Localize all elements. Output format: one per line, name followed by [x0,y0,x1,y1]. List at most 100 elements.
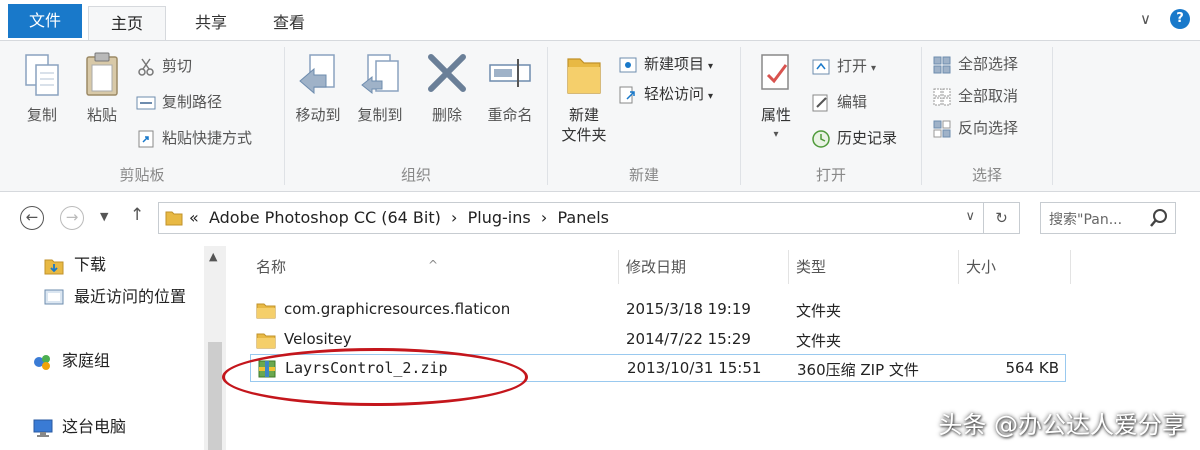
open-label: 打开 [837,57,868,75]
column-header-size[interactable]: 大小 [966,252,996,282]
select-none-label: 全部取消 [958,87,1019,105]
column-divider[interactable] [618,250,619,284]
refresh-icon: ↻ [995,209,1008,227]
breadcrumb-separator[interactable]: › [541,208,547,227]
invert-selection-button[interactable]: 反向选择 [932,115,1018,141]
invert-selection-icon [933,120,951,137]
breadcrumb-segment[interactable]: Adobe Photoshop CC (64 Bit) [209,208,441,227]
organize-group: 移动到 复制到 删除 重命名 组织 [285,41,547,191]
open-button[interactable]: 打开 ▾ [811,53,876,79]
rename-label: 重命名 [487,106,533,124]
properties-button[interactable]: 属性 ▾ [747,51,805,145]
easy-access-icon [619,86,635,103]
search-icon [1150,209,1167,227]
up-button[interactable]: ↑ [130,205,144,225]
watermark: 头条 @办公达人爱分享 [938,411,1186,439]
file-explorer-window: 文件 主页 共享 查看 ∨ ? 复制 粘贴 剪切 复制路径 粘贴快捷方式 剪贴板… [0,0,1200,450]
forward-button[interactable]: → [60,206,84,230]
column-divider[interactable] [1070,250,1071,284]
copy-label: 复制 [26,106,57,124]
new-group: 新建 文件夹 新建项目 ▾ 轻松访问 ▾ 新建 [548,41,740,191]
paste-button[interactable]: 粘贴 [74,51,130,125]
copy-path-button[interactable]: 复制路径 [136,89,222,115]
help-button[interactable]: ? [1170,9,1190,29]
copy-to-icon [361,54,399,95]
column-header-label: 名称 [256,258,287,276]
file-type: 360压缩 ZIP 文件 [797,361,919,379]
properties-label: 属性 [760,106,791,124]
cut-button[interactable]: 剪切 [136,53,192,79]
tab-home[interactable]: 主页 [88,6,166,42]
select-all-button[interactable]: 全部选择 [932,51,1018,77]
search-input[interactable]: 搜索"Pan... [1040,202,1176,234]
address-history-dropdown[interactable]: ∨ [965,209,975,224]
sort-ascending-icon: ^ [428,258,439,272]
open-icon [812,59,830,74]
paste-shortcut-button[interactable]: 粘贴快捷方式 [136,125,252,151]
open-group-title: 打开 [815,166,846,184]
annotation-circle [222,348,528,406]
search-placeholder: 搜索"Pan... [1049,212,1123,228]
select-all-icon [933,56,951,73]
recent-places-icon [44,289,64,305]
new-folder-button[interactable]: 新建 文件夹 [552,51,616,145]
breadcrumb-segment[interactable]: Plug-ins [468,208,531,227]
column-header-date[interactable]: 修改日期 [626,252,686,282]
back-arrow-icon: ← [25,208,39,226]
history-label: 历史记录 [837,129,898,147]
history-button[interactable]: 历史记录 [811,125,897,151]
tab-view[interactable]: 查看 [254,6,324,42]
cut-label: 剪切 [162,57,193,75]
folder-icon [165,211,183,226]
address-row: ← → ▼ ↑ « Adobe Photoshop CC (64 Bit) › … [0,198,1200,240]
column-header-type[interactable]: 类型 [796,252,826,282]
rename-button[interactable]: 重命名 [477,51,543,125]
select-none-button[interactable]: 全部取消 [932,83,1018,109]
recent-locations-dropdown[interactable]: ▼ [100,210,108,223]
invert-selection-label: 反向选择 [958,119,1019,137]
up-arrow-icon: ↑ [130,205,145,225]
nav-pane-scrollbar[interactable]: ▲ [204,246,226,450]
refresh-button[interactable]: ↻ [983,203,1019,233]
breadcrumb-overflow[interactable]: « [189,208,199,227]
edit-button[interactable]: 编辑 [811,89,867,115]
column-divider[interactable] [788,250,789,284]
computer-icon [33,419,53,437]
column-divider[interactable] [958,250,959,284]
open-dropdown-icon: ▾ [871,63,877,74]
file-row[interactable]: com.graphicresources.flaticon 2015/3/18 … [250,296,1066,324]
easy-access-dropdown-icon: ▾ [708,91,714,102]
paste-icon [86,52,118,96]
copy-path-icon [136,96,156,109]
column-header-name[interactable]: 名称 ^ [256,252,438,282]
expand-ribbon-button[interactable]: ∨ [1140,10,1151,28]
nav-item-label: 家庭组 [62,351,111,370]
properties-icon [761,54,789,90]
open-group: 属性 ▾ 打开 ▾ 编辑 历史记录 打开 [741,41,921,191]
copy-button[interactable]: 复制 [14,51,70,125]
new-item-icon [619,57,637,72]
tab-share[interactable]: 共享 [176,6,246,42]
easy-access-button[interactable]: 轻松访问 ▾ [618,81,713,107]
delete-button[interactable]: 删除 [419,51,475,125]
copy-to-button[interactable]: 复制到 [349,51,411,125]
scrollbar-thumb[interactable] [208,342,222,450]
back-button[interactable]: ← [20,206,44,230]
homegroup-icon [34,355,50,370]
breadcrumb-separator[interactable]: › [451,208,457,227]
file-date: 2014/7/22 15:29 [626,330,751,348]
move-to-button[interactable]: 移动到 [287,51,349,125]
organize-group-title: 组织 [400,166,431,184]
file-type: 文件夹 [796,302,842,320]
address-bar[interactable]: « Adobe Photoshop CC (64 Bit) › Plug-ins… [158,202,1020,234]
file-name: Velositey [284,330,352,348]
new-item-label: 新建项目 [644,55,705,73]
clipboard-group: 复制 粘贴 剪切 复制路径 粘贴快捷方式 剪贴板 [0,41,284,191]
scroll-up-icon[interactable]: ▲ [209,250,217,263]
move-to-icon [299,54,335,95]
breadcrumb-segment[interactable]: Panels [557,208,609,227]
ribbon-panel: 复制 粘贴 剪切 复制路径 粘贴快捷方式 剪贴板 移动到 复制到 删除 重命名 … [0,40,1200,192]
tab-file[interactable]: 文件 [8,4,82,38]
new-item-button[interactable]: 新建项目 ▾ [618,51,713,77]
select-none-icon [933,88,951,105]
